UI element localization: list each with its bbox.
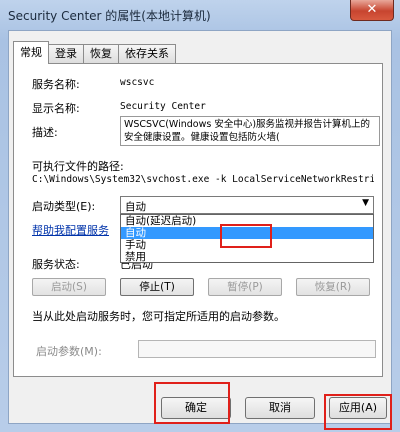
- tab-strip: 常规 登录 恢复 依存关系: [13, 41, 176, 64]
- close-button[interactable]: ✕: [350, 0, 394, 21]
- window-title: Security Center 的属性(本地计算机): [8, 9, 211, 23]
- highlight-apply-button: [324, 394, 392, 430]
- description-box[interactable]: WSCSVC(Windows 安全中心)服务监视并报告计算机上的安全健康设置。健…: [120, 116, 380, 146]
- service-status-label: 服务状态:: [32, 258, 80, 271]
- general-panel: 服务名称: wscsvc 显示名称: Security Center 描述: W…: [13, 63, 383, 377]
- close-icon: ✕: [366, 2, 378, 17]
- description-label: 描述:: [32, 126, 58, 139]
- startup-type-select[interactable]: 自动 ▼: [120, 196, 374, 214]
- title-bar: Security Center 的属性(本地计算机) ✕: [0, 0, 400, 30]
- tab-general[interactable]: 常规: [13, 41, 49, 64]
- cancel-button[interactable]: 取消: [245, 397, 315, 419]
- start-params-hint: 当从此处启动服务时，您可指定所适用的启动参数。: [32, 310, 285, 323]
- help-configure-link[interactable]: 帮助我配置服务: [32, 222, 109, 238]
- properties-window: Security Center 的属性(本地计算机) ✕ 常规 登录 恢复 依存…: [0, 0, 400, 432]
- stop-service-button[interactable]: 停止(T): [120, 278, 194, 296]
- dialog-body: 常规 登录 恢复 依存关系 服务名称: wscsvc 显示名称: Securit…: [8, 30, 392, 424]
- resume-service-button[interactable]: 恢复(R): [296, 278, 370, 296]
- start-params-label: 启动参数(M):: [36, 345, 102, 358]
- service-name-label: 服务名称:: [32, 78, 80, 91]
- highlight-auto-option: [220, 224, 272, 248]
- chevron-down-icon: ▼: [362, 198, 369, 208]
- tab-logon[interactable]: 登录: [48, 44, 84, 64]
- tab-recovery[interactable]: 恢复: [83, 44, 119, 64]
- exec-path-label: 可执行文件的路径:: [32, 160, 124, 173]
- start-params-input[interactable]: [138, 340, 376, 358]
- startup-type-label: 启动类型(E):: [32, 200, 96, 213]
- start-service-button[interactable]: 启动(S): [32, 278, 106, 296]
- display-name-label: 显示名称:: [32, 102, 80, 115]
- exec-path-value: C:\Windows\System32\svchost.exe -k Local…: [32, 174, 374, 185]
- highlight-ok-button: [154, 382, 230, 424]
- service-name-value: wscsvc: [120, 77, 155, 88]
- startup-option-disabled[interactable]: 禁用: [121, 251, 373, 263]
- startup-type-value: 自动: [125, 201, 146, 213]
- display-name-value: Security Center: [120, 101, 206, 112]
- tab-dependencies[interactable]: 依存关系: [118, 44, 176, 64]
- pause-service-button[interactable]: 暂停(P): [208, 278, 282, 296]
